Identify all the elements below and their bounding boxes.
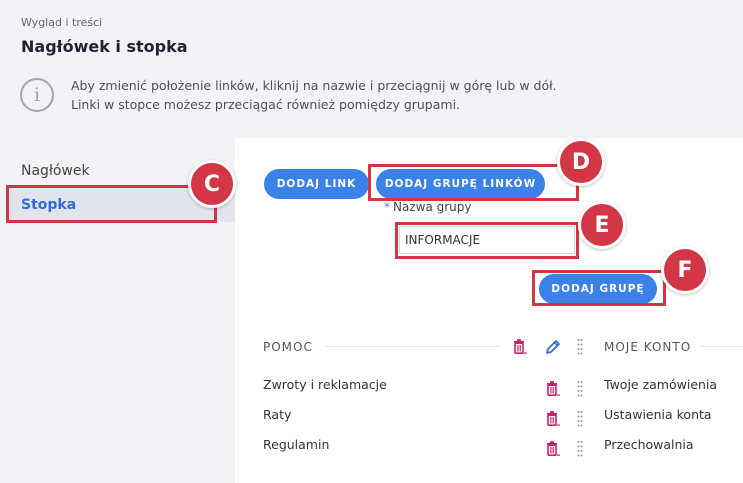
group-name-label: * Nazwa grupy: [384, 200, 472, 214]
callout-d: D: [557, 138, 605, 186]
add-link-button[interactable]: DODAJ LINK: [264, 169, 369, 199]
info-text-line-1: Aby zmienić położenie linków, kliknij na…: [71, 78, 557, 93]
drag-handle-icon[interactable]: [577, 380, 583, 398]
required-mark: *: [384, 200, 390, 214]
trash-icon[interactable]: [544, 440, 562, 458]
list-item[interactable]: Regulamin: [263, 437, 329, 452]
list-item[interactable]: Twoje zamówienia: [604, 377, 717, 392]
drag-handle-icon[interactable]: [577, 440, 583, 458]
highlight-box-d: [368, 164, 579, 201]
breadcrumb: Wygląd i treści: [21, 16, 103, 29]
group-divider: [700, 346, 743, 347]
trash-icon[interactable]: [544, 380, 562, 398]
pencil-icon[interactable]: [544, 338, 562, 356]
group-title-moje-konto[interactable]: MOJE KONTO: [604, 340, 691, 354]
drag-handle-icon[interactable]: [577, 338, 583, 356]
callout-e: E: [578, 201, 626, 249]
list-item[interactable]: Raty: [263, 407, 291, 422]
list-item[interactable]: Zwroty i reklamacje: [263, 377, 387, 392]
highlight-box-e: [395, 222, 579, 259]
group-name-label-text: Nazwa grupy: [393, 200, 472, 214]
highlight-box-c: [6, 185, 217, 223]
page-title: Nagłówek i stopka: [21, 37, 188, 56]
info-icon: i: [20, 78, 54, 112]
callout-c: C: [188, 160, 236, 208]
group-divider: [325, 346, 500, 347]
callout-f: F: [661, 246, 709, 294]
info-text-line-2: Linki w stopce możesz przeciągać również…: [71, 97, 461, 112]
list-item[interactable]: Ustawienia konta: [604, 407, 712, 422]
drag-handle-icon[interactable]: [577, 410, 583, 428]
trash-icon[interactable]: [511, 338, 529, 356]
trash-icon[interactable]: [544, 410, 562, 428]
group-title-pomoc[interactable]: POMOC: [263, 340, 313, 354]
highlight-box-f: [532, 270, 666, 306]
list-item[interactable]: Przechowalnia: [604, 437, 694, 452]
